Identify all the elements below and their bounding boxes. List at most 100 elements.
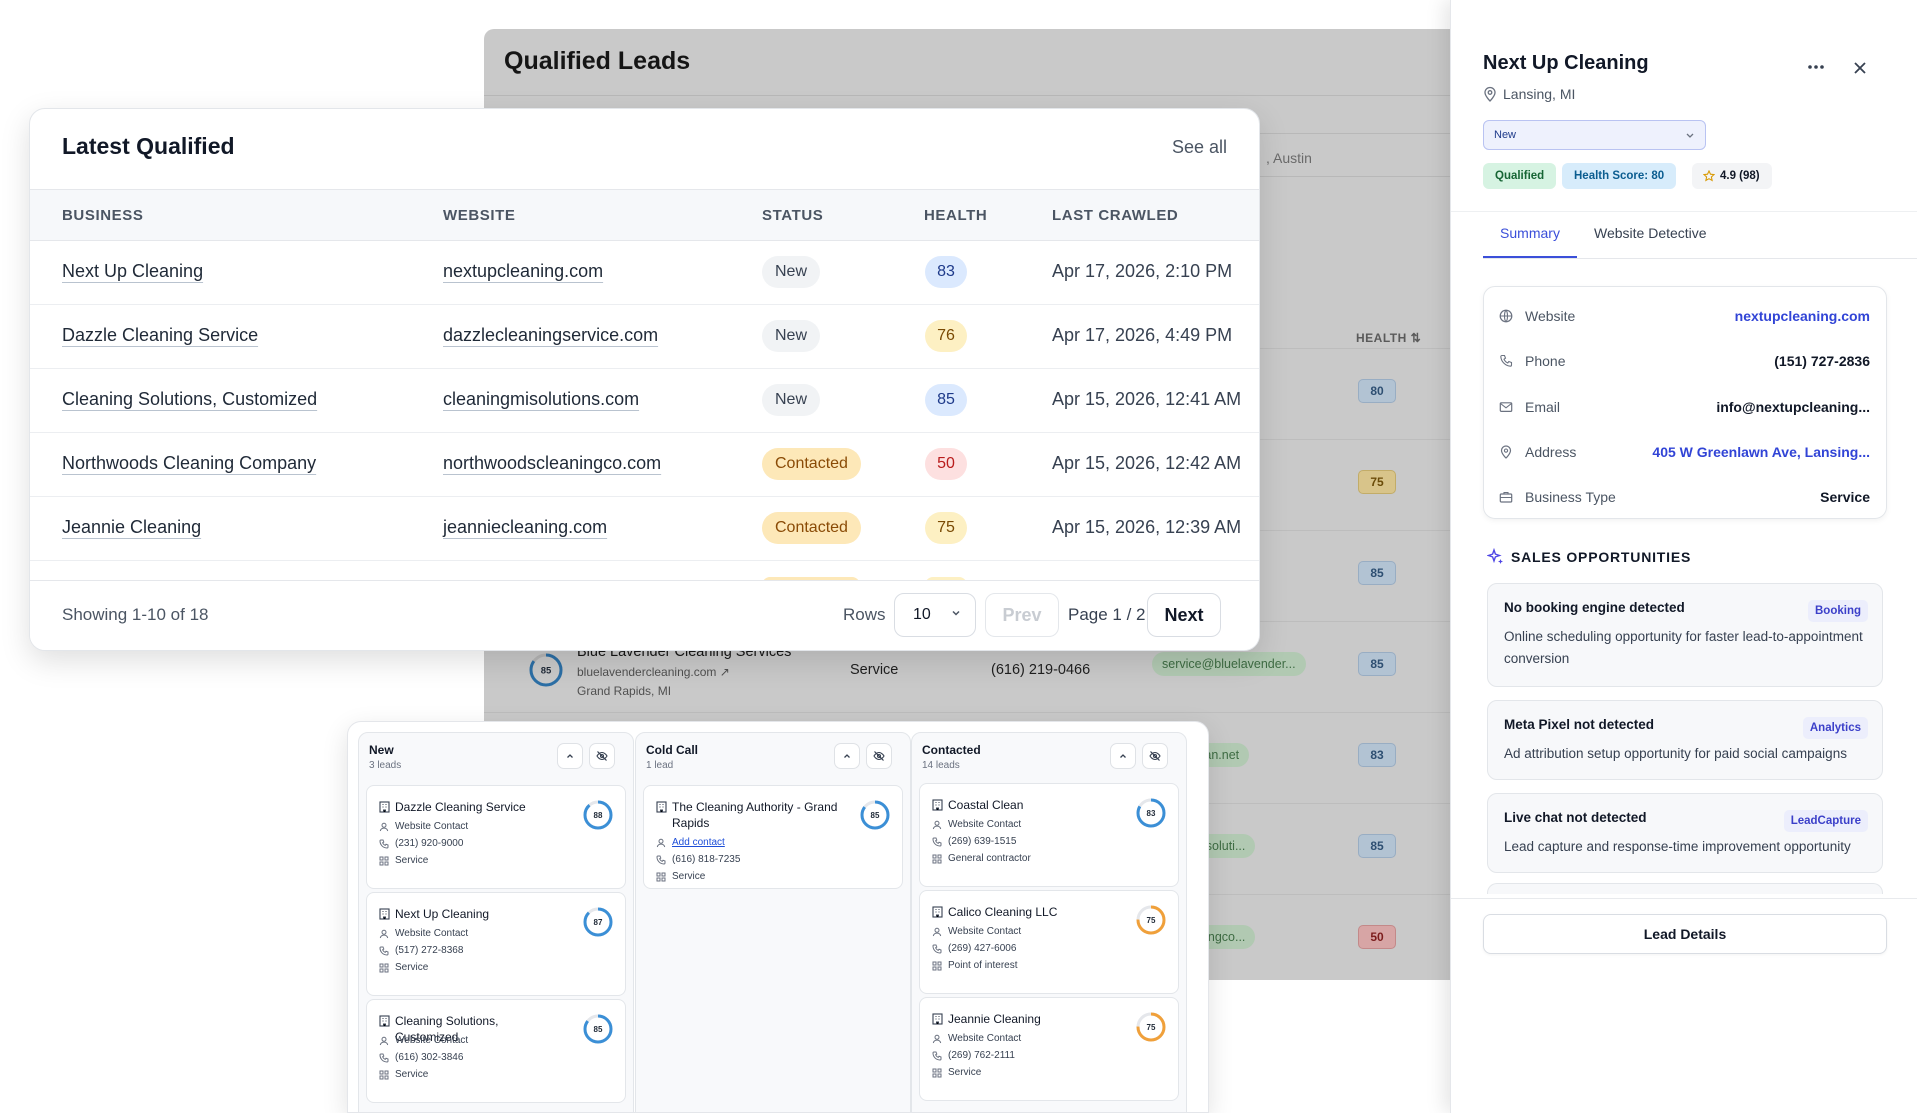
see-all-link[interactable]: See all [1172,137,1227,158]
contact-info-card: Website nextupcleaning.com Phone (151) 727-… [1483,286,1887,519]
chevron-up-icon [1120,754,1126,758]
health-badge: 83 [925,256,967,288]
contact-name: Website Contact [948,819,1022,830]
business-name[interactable]: Cleaning Solutions, Customized [62,389,317,410]
category-icon [932,1068,942,1078]
lead-card-phone: (269) 427-6006 [948,943,1017,954]
status-select[interactable]: New [1483,120,1706,150]
info-label: Website [1525,308,1576,324]
external-link-icon: ↗ [719,665,730,679]
showing-count: Showing 1-10 of 18 [62,605,209,624]
table-row[interactable]: Dazzle Cleaning Service dazzlecleaningser… [30,305,1259,369]
table-row[interactable]: Northwoods Cleaning Company northwoodscle… [30,433,1259,497]
business-phone: (616) 219-0466 [991,662,1091,678]
lead-card-phone: (231) 920-9000 [395,838,464,849]
opportunity-card[interactable]: Live chat not detected LeadCapture Lead ca… [1487,793,1883,873]
next-button[interactable]: Next [1147,593,1221,637]
table-row[interactable]: Cleaning Solutions, Customized cleaningmi… [30,369,1259,433]
tab-summary[interactable]: Summary [1483,212,1577,258]
user-icon [932,820,942,830]
lead-card[interactable]: Dazzle Cleaning Service Website Contact (2… [366,785,626,889]
website-link[interactable]: jeanniecleaning.com [443,517,607,538]
contact-name: Website Contact [948,1033,1022,1044]
opportunity-card[interactable]: No booking engine detected Booking Online … [1487,583,1883,687]
business-name[interactable]: Northwoods Cleaning Company [62,453,316,474]
tab-website-detective[interactable]: Website Detective [1594,212,1707,258]
health-column-header[interactable]: HEALTH ⇅ [1356,331,1421,345]
info-label: Phone [1525,353,1566,370]
collapse-button[interactable] [834,743,860,769]
website-link[interactable]: nextupcleaning.com [443,261,603,282]
lead-detail-panel: Next Up Cleaning Lansing, MI New Qualifi… [1450,0,1917,1113]
contact-name: Website Contact [948,926,1022,937]
lead-card[interactable]: Next Up Cleaning Website Contact (517) 272… [366,892,626,996]
building-icon [932,1013,943,1025]
info-value[interactable]: nextupcleaning.com [1735,308,1870,324]
info-row-website: Website nextupcleaning.com [1484,293,1886,338]
building-icon [932,906,943,918]
column-count: 14 leads [922,760,960,771]
info-row-address: Address 405 W Greenlawn Ave, Lansing... [1484,429,1886,474]
chevron-up-icon [567,754,573,758]
category-icon [379,856,389,866]
hide-column-button[interactable] [866,743,892,769]
table-row[interactable]: Next Up Cleaning nextupcleaning.com New 83 A… [30,241,1259,305]
column-title: New [369,743,394,757]
building-icon [379,1015,390,1027]
opportunity-card[interactable]: Meta Pixel not detected Analytics Ad attri… [1487,700,1883,780]
lead-card-name: Calico Cleaning LLC [948,905,1058,919]
lead-details-button[interactable]: Lead Details [1483,914,1887,954]
user-icon [379,929,389,939]
lead-card-type: Service [395,855,429,866]
svg-text:75: 75 [1147,1023,1156,1032]
website-link[interactable]: dazzlecleaningservice.com [443,325,658,346]
business-url[interactable]: bluelavendercleaning.com ↗ [577,665,730,679]
website-link[interactable]: cleaningmisolutions.com [443,389,639,410]
lead-card-phone: (269) 639-1515 [948,836,1017,847]
info-row-phone: Phone (151) 727-2836 [1484,338,1886,383]
category-icon [379,1070,389,1080]
building-icon [379,801,390,813]
eye-off-icon [1149,751,1161,761]
svg-text:85: 85 [541,666,552,677]
rows-per-page-select[interactable]: 10 [894,593,976,637]
lead-card[interactable]: Coastal Clean Website Contact (269) 639-15… [919,783,1179,887]
business-name[interactable]: Next Up Cleaning [62,261,203,282]
health-ring: 88 [581,798,615,832]
add-contact-link[interactable]: Add contact [672,837,725,848]
collapse-button[interactable] [557,743,583,769]
info-value[interactable]: 405 W Greenlawn Ave, Lansing... [1652,444,1870,460]
svg-text:85: 85 [871,811,880,820]
business-city: Grand Rapids, MI [577,684,672,698]
health-ring: 85 [858,798,892,832]
lead-card[interactable]: Cleaning Solutions, Customized Website Co… [366,999,626,1103]
opportunity-badge: LeadCapture [1783,810,1868,832]
business-name[interactable]: Dazzle Cleaning Service [62,325,258,346]
website-link[interactable]: northwoodscleaningco.com [443,453,661,474]
hide-column-button[interactable] [589,743,615,769]
column-count: 1 lead [646,760,674,771]
category-icon [932,961,942,971]
close-icon[interactable] [1853,61,1867,75]
phone-icon [1499,354,1513,368]
lead-card-type: Service [672,871,706,882]
hide-column-button[interactable] [1142,743,1168,769]
info-row-business-type: Business Type Service [1484,474,1886,519]
column-count: 3 leads [369,760,402,771]
info-value: info@nextupcleaning... [1716,398,1870,415]
health-badge: 75 [1358,470,1396,494]
collapse-button[interactable] [1110,743,1136,769]
table-row[interactable]: Jeannie Cleaning jeanniecleaning.com Conta… [30,497,1259,561]
lead-card-type: General contractor [948,853,1031,864]
lead-card[interactable]: Jeannie Cleaning Website Contact (269) 762… [919,997,1179,1101]
prev-button[interactable]: Prev [985,593,1059,637]
lead-card[interactable]: Calico Cleaning LLC Website Contact (269) … [919,890,1179,994]
rows-label: Rows [843,605,886,624]
status-badge: Contacted [762,448,861,480]
kanban-board: New 3 leads Dazzle Cleaning Service Website… [347,721,1209,1113]
phone-icon [379,946,389,956]
more-options-icon[interactable] [1805,56,1827,78]
lead-card[interactable]: The Cleaning Authority - Grand Rapids Add… [643,785,903,889]
col-health: HEALTH [924,207,988,224]
business-name[interactable]: Jeannie Cleaning [62,517,201,538]
